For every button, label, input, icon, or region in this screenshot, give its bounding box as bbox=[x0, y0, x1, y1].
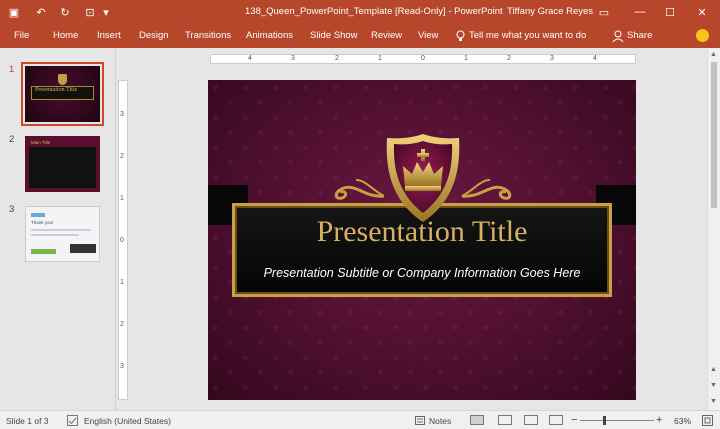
tab-slide-show[interactable]: Slide Show bbox=[310, 30, 358, 41]
ruler-number: 2 bbox=[335, 55, 339, 62]
reading-view-icon[interactable] bbox=[524, 415, 538, 425]
notes-icon bbox=[415, 416, 425, 425]
slide-sorter-view-icon[interactable] bbox=[498, 415, 512, 425]
ribbon-display-icon[interactable]: ▭ bbox=[594, 3, 614, 21]
scroll-up-icon[interactable]: ▲ bbox=[710, 51, 717, 58]
tell-me-search[interactable]: Tell me what you want to do bbox=[469, 30, 586, 41]
slide-thumbnail-1[interactable]: Presentation Title bbox=[21, 62, 104, 126]
tab-home[interactable]: Home bbox=[53, 30, 78, 41]
tab-file[interactable]: File bbox=[14, 30, 29, 41]
slide-indicator[interactable]: Slide 1 of 3 bbox=[6, 416, 49, 426]
zoom-slider[interactable] bbox=[580, 420, 654, 421]
thumbnail-content-area bbox=[29, 147, 96, 188]
tab-view[interactable]: View bbox=[418, 30, 438, 41]
feedback-smiley-icon[interactable] bbox=[696, 29, 709, 42]
ruler-number: 3 bbox=[291, 55, 295, 62]
scroll-down-icon[interactable]: ▼ bbox=[710, 398, 717, 405]
thumbnail-title: Presentation Title bbox=[35, 87, 78, 93]
ruler-number: 1 bbox=[120, 195, 124, 202]
redo-icon[interactable]: ↻ bbox=[57, 4, 73, 20]
share-person-icon bbox=[612, 30, 624, 42]
status-bar: Slide 1 of 3 English (United States) Not… bbox=[0, 410, 720, 429]
ruler-number: 1 bbox=[464, 55, 468, 62]
scroll-down-icon[interactable]: ▼ bbox=[710, 382, 717, 389]
thumbnail-dark-box bbox=[70, 244, 96, 253]
ruler-number: 4 bbox=[248, 55, 252, 62]
thumbnail-number: 3 bbox=[9, 204, 15, 215]
tab-animations[interactable]: Animations bbox=[246, 30, 293, 41]
ruler-number: 4 bbox=[593, 55, 597, 62]
zoom-in-button[interactable]: + bbox=[656, 414, 662, 426]
slide-thumbnail-pane: 1 Presentation Title 2 Main Title 3 Than… bbox=[0, 48, 116, 410]
slide-thumbnail-3[interactable]: Thank you! bbox=[25, 206, 100, 262]
fit-slide-icon[interactable] bbox=[702, 415, 713, 426]
crest-icon bbox=[58, 74, 67, 85]
scrollbar-thumb[interactable] bbox=[711, 62, 717, 208]
ruler-number: 2 bbox=[507, 55, 511, 62]
scroll-up-icon[interactable]: ▲ bbox=[710, 366, 717, 373]
zoom-slider-handle[interactable] bbox=[603, 416, 606, 425]
ruler-number: 1 bbox=[120, 279, 124, 286]
crown-shield-icon bbox=[386, 134, 460, 222]
undo-icon[interactable]: ↶ bbox=[33, 4, 49, 20]
customize-icon[interactable]: ▾ bbox=[98, 4, 114, 20]
close-icon[interactable]: ✕ bbox=[692, 3, 712, 21]
slideshow-view-icon[interactable] bbox=[549, 415, 563, 425]
horizontal-ruler: 4 3 2 1 0 1 2 3 4 bbox=[210, 54, 636, 64]
ruler-number: 0 bbox=[421, 55, 425, 62]
title-bar: ▣ ↶ ↻ ⊡ ▾ 138_Queen_PowerPoint_Template … bbox=[0, 0, 720, 24]
normal-view-icon[interactable] bbox=[470, 415, 484, 425]
ruler-number: 1 bbox=[378, 55, 382, 62]
vertical-ruler: 3 2 1 0 1 2 3 bbox=[118, 80, 128, 400]
thumbnail-logo bbox=[31, 213, 45, 217]
share-button[interactable]: Share bbox=[627, 30, 652, 41]
notes-button[interactable]: Notes bbox=[429, 416, 451, 426]
tab-design[interactable]: Design bbox=[139, 30, 169, 41]
slide-thumbnail-2[interactable]: Main Title bbox=[25, 136, 100, 192]
ribbon-tabs: File Home Insert Design Transitions Anim… bbox=[0, 24, 720, 48]
language-indicator[interactable]: English (United States) bbox=[84, 416, 171, 426]
thumbnail-title: Main Title bbox=[31, 140, 51, 145]
thumbnail-text-line bbox=[31, 234, 79, 236]
right-scroll-ornament bbox=[461, 179, 512, 200]
thumbnail-number: 1 bbox=[9, 64, 15, 75]
tab-review[interactable]: Review bbox=[371, 30, 402, 41]
ruler-number: 3 bbox=[120, 111, 124, 118]
ruler-number: 3 bbox=[550, 55, 554, 62]
thumbnail-number: 2 bbox=[9, 134, 15, 145]
user-name[interactable]: Tiffany Grace Reyes bbox=[507, 6, 593, 17]
zoom-level[interactable]: 63% bbox=[674, 416, 691, 426]
lightbulb-icon bbox=[456, 30, 465, 41]
ruler-number: 2 bbox=[120, 153, 124, 160]
thumbnail-text-line bbox=[31, 229, 91, 231]
zoom-out-button[interactable]: − bbox=[571, 414, 577, 426]
ruler-number: 2 bbox=[120, 321, 124, 328]
spell-check-icon[interactable] bbox=[67, 415, 78, 426]
tab-transitions[interactable]: Transitions bbox=[185, 30, 231, 41]
ruler-number: 3 bbox=[120, 363, 124, 370]
tab-insert[interactable]: Insert bbox=[97, 30, 121, 41]
vertical-scrollbar[interactable]: ▲ ▲ ▼ ▼ bbox=[707, 48, 720, 410]
document-title: 138_Queen_PowerPoint_Template [Read-Only… bbox=[245, 6, 503, 17]
minimize-icon[interactable]: — bbox=[630, 3, 650, 21]
left-scroll-ornament bbox=[334, 179, 385, 200]
presentation-subtitle[interactable]: Presentation Subtitle or Company Informa… bbox=[235, 266, 609, 280]
save-icon[interactable]: ▣ bbox=[6, 4, 22, 20]
slide[interactable]: Presentation Title Presentation Subtitle… bbox=[208, 80, 636, 400]
maximize-icon[interactable]: ☐ bbox=[660, 3, 680, 21]
present-icon[interactable]: ⊡ bbox=[82, 4, 98, 20]
ruler-number: 0 bbox=[120, 237, 124, 244]
thumbnail-green-button bbox=[31, 249, 56, 254]
thumbnail-title: Thank you! bbox=[31, 220, 54, 225]
